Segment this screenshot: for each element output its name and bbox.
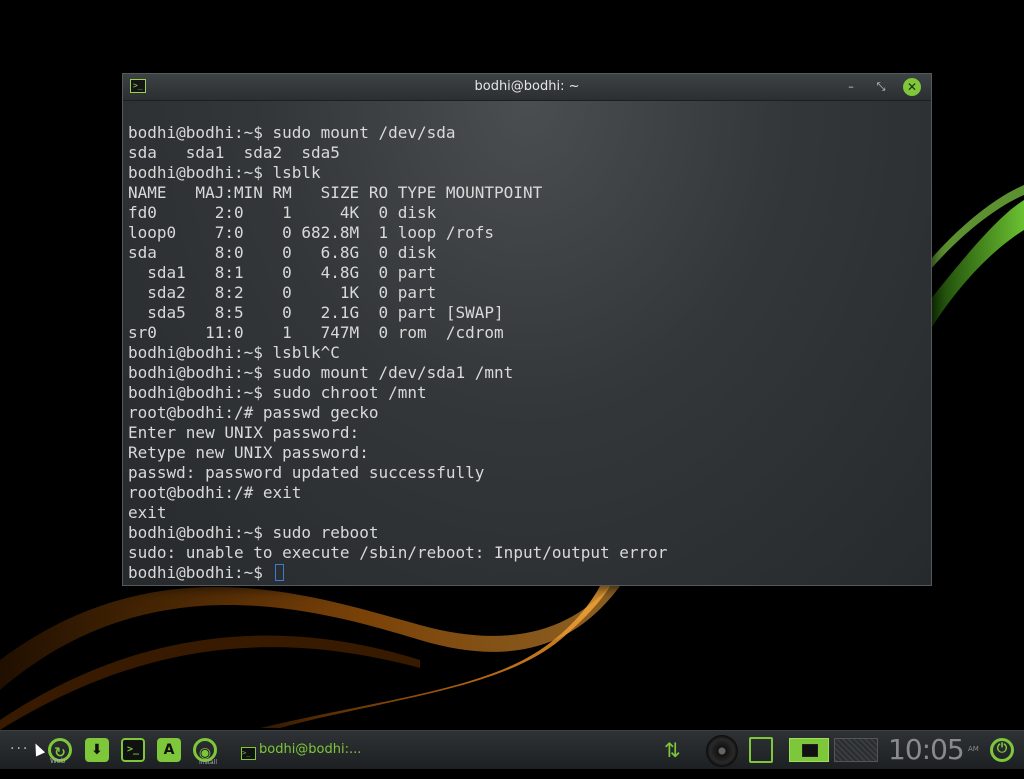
- terminal-output[interactable]: bodhi@bodhi:~$ sudo mount /dev/sda sda s…: [123, 101, 931, 585]
- terminal-line: passwd: password updated successfully: [128, 463, 485, 482]
- install-launcher-label: Install: [199, 759, 218, 766]
- power-icon[interactable]: ⏻: [990, 738, 1014, 762]
- web-launcher-label: Web: [50, 757, 66, 765]
- terminal-prompt-line[interactable]: bodhi@bodhi:~$: [128, 563, 931, 583]
- terminal-line: exit: [128, 503, 167, 522]
- terminal-line: NAME MAJ:MIN RM SIZE RO TYPE MOUNTPOINT: [128, 183, 543, 202]
- terminal-line: sda2 8:2 0 1K 0 part: [128, 283, 437, 302]
- disc-icon[interactable]: [706, 735, 738, 767]
- terminal-line: sr0 11:0 1 747M 0 rom /cdrom: [128, 323, 504, 342]
- close-button[interactable]: ✕: [903, 78, 921, 96]
- network-arrows-icon[interactable]: ⇅: [664, 738, 681, 762]
- terminal-line: Enter new UNIX password:: [128, 423, 360, 442]
- terminal-line: bodhi@bodhi:~$ lsblk: [128, 163, 321, 182]
- terminal-line: fd0 2:0 1 4K 0 disk: [128, 203, 437, 222]
- terminal-line: sda 8:0 0 6.8G 0 disk: [128, 243, 437, 262]
- clock-time[interactable]: 10:05: [888, 734, 965, 766]
- menu-dots-icon[interactable]: ···: [10, 741, 29, 779]
- maximize-button[interactable]: ⤡: [873, 79, 889, 95]
- terminal-line: Retype new UNIX password:: [128, 443, 369, 462]
- terminal-window[interactable]: >_ bodhi@bodhi: ~ – ⤡ ✕ bodhi@bodhi:~$ s…: [122, 73, 932, 586]
- terminal-line: bodhi@bodhi:~$ sudo reboot: [128, 523, 379, 542]
- mouse-pointer-icon: [30, 741, 46, 757]
- terminal-line: bodhi@bodhi:~$ sudo chroot /mnt: [128, 383, 427, 402]
- terminal-line: bodhi@bodhi:~$ sudo mount /dev/sda: [128, 123, 456, 142]
- terminal-line: sudo: unable to execute /sbin/reboot: In…: [128, 543, 668, 562]
- taskbar-window-label: bodhi@bodhi:...: [259, 742, 362, 757]
- window-titlebar[interactable]: >_ bodhi@bodhi: ~ – ⤡ ✕: [123, 74, 931, 101]
- pager-desktop-2[interactable]: [834, 738, 878, 762]
- text-cursor: [274, 564, 284, 581]
- terminal-line: sda sda1 sda2 sda5: [128, 143, 340, 162]
- minimize-button[interactable]: –: [843, 79, 859, 95]
- terminal-line: root@bodhi:/# passwd gecko: [128, 403, 379, 422]
- terminal-icon[interactable]: >_: [121, 738, 145, 762]
- pager-desktop-1[interactable]: [789, 738, 829, 762]
- terminal-line: bodhi@bodhi:~$ sudo mount /dev/sda1 /mnt: [128, 363, 514, 382]
- window-title: bodhi@bodhi: ~: [474, 79, 580, 94]
- taskbar: ··· ↻ Web ⬇ >_ A ◉ Install >_ bodhi@bodhi…: [0, 730, 1024, 769]
- terminal-line: sda5 8:5 0 2.1G 0 part [SWAP]: [128, 303, 504, 322]
- terminal-prompt: bodhi@bodhi:~$: [128, 563, 273, 582]
- taskbar-window-button[interactable]: >_ bodhi@bodhi:...: [241, 739, 361, 761]
- terminal-line: root@bodhi:/# exit: [128, 483, 302, 502]
- clipboard-icon[interactable]: [749, 737, 773, 763]
- pager-window-thumbnail: [802, 744, 818, 757]
- app-center-icon[interactable]: A: [157, 738, 181, 762]
- terminal-line: bodhi@bodhi:~$ lsblk^C: [128, 343, 340, 362]
- terminal-icon: >_: [241, 747, 256, 760]
- clock-ampm: AM: [968, 745, 979, 753]
- download-icon[interactable]: ⬇: [85, 738, 109, 762]
- terminal-line: loop0 7:0 0 682.8M 1 loop /rofs: [128, 223, 495, 242]
- terminal-line: sda1 8:1 0 4.8G 0 part: [128, 263, 437, 282]
